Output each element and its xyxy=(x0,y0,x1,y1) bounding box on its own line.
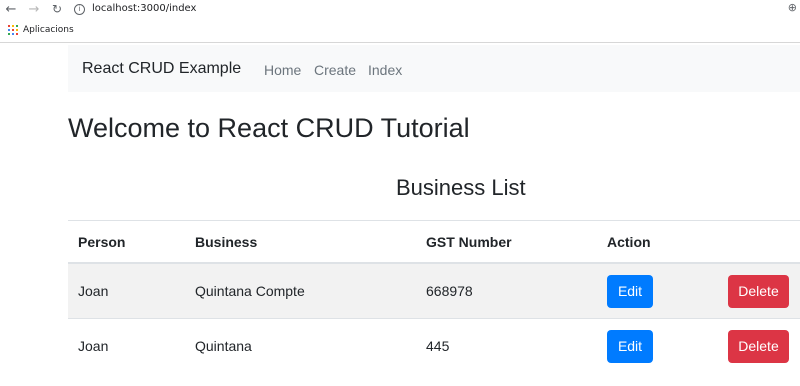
page-title: Welcome to React CRUD Tutorial xyxy=(68,113,470,143)
info-icon[interactable]: i xyxy=(74,4,85,15)
cell-business: Quintana Compte xyxy=(195,262,426,319)
table-row: Joan Quintana 445 Edit Delete xyxy=(68,318,800,373)
cell-person: Joan xyxy=(68,262,195,319)
table-header-row: Person Business GST Number Action xyxy=(68,220,800,264)
cell-delete: Delete xyxy=(728,262,800,319)
navbar: React CRUD Example Home Create Index xyxy=(68,45,800,92)
nav-link-create[interactable]: Create xyxy=(314,62,356,78)
cell-business: Quintana xyxy=(195,318,426,373)
delete-button[interactable]: Delete xyxy=(728,274,789,308)
edit-button[interactable]: Edit xyxy=(607,274,653,308)
back-arrow-icon[interactable]: ← xyxy=(3,1,19,17)
reload-icon[interactable]: ↻ xyxy=(49,1,65,17)
bookmark-apps-label[interactable]: Aplicacions xyxy=(23,25,74,35)
navbar-brand[interactable]: React CRUD Example xyxy=(82,60,241,78)
nav-link-home[interactable]: Home xyxy=(264,62,301,78)
browser-toolbar: ← → ↻ i localhost:3000/index ⊕ xyxy=(0,0,800,20)
cell-gst-number: 445 xyxy=(426,318,607,373)
delete-button[interactable]: Delete xyxy=(728,329,789,363)
cell-edit: Edit xyxy=(607,262,728,319)
edit-button[interactable]: Edit xyxy=(607,329,653,363)
cell-edit: Edit xyxy=(607,318,728,373)
column-header-person: Person xyxy=(68,220,195,264)
cell-gst-number: 668978 xyxy=(426,262,607,319)
column-header-gst-number: GST Number xyxy=(426,220,607,264)
cell-person: Joan xyxy=(68,318,195,373)
zoom-icon[interactable]: ⊕ xyxy=(788,1,797,14)
business-list-title: Business List xyxy=(396,175,526,200)
apps-grid-icon[interactable] xyxy=(8,25,18,35)
cell-delete: Delete xyxy=(728,318,800,373)
address-bar[interactable]: localhost:3000/index xyxy=(92,3,196,14)
forward-arrow-icon[interactable]: → xyxy=(26,1,42,17)
bookmarks-bar: Aplicacions xyxy=(0,20,800,43)
table-row: Joan Quintana Compte 668978 Edit Delete xyxy=(68,262,800,319)
business-table: Person Business GST Number Action Joan Q… xyxy=(68,220,800,373)
column-header-action: Action xyxy=(607,220,728,264)
business-table-container: Person Business GST Number Action Joan Q… xyxy=(68,220,800,373)
column-header-empty xyxy=(728,220,800,264)
nav-link-index[interactable]: Index xyxy=(368,62,402,78)
column-header-business: Business xyxy=(195,220,426,264)
